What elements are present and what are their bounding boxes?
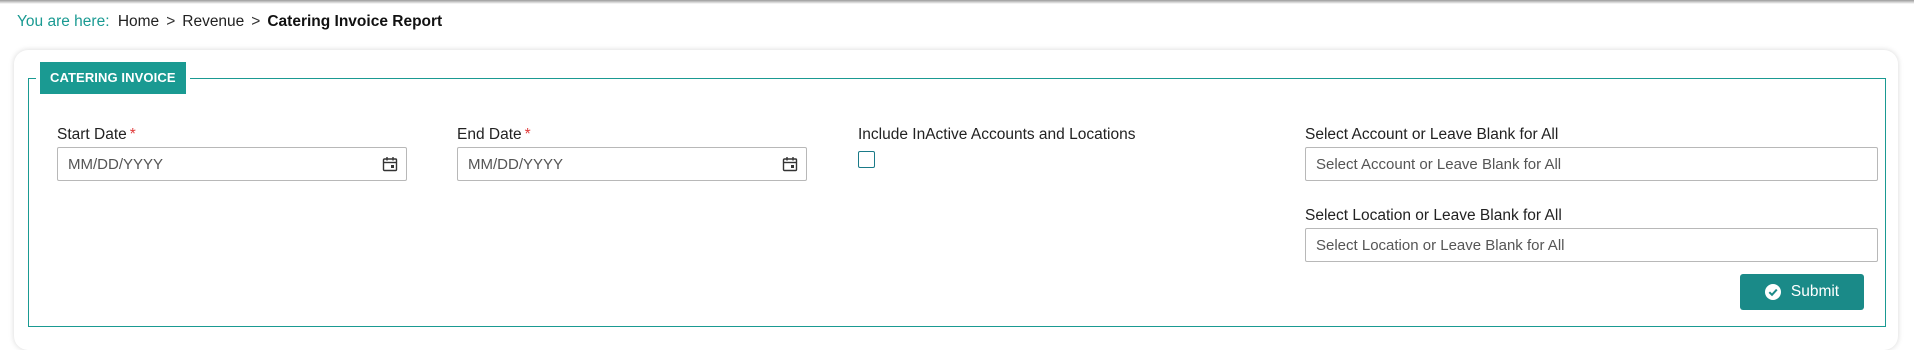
end-date-label-text: End Date: [457, 126, 522, 143]
breadcrumb-separator: >: [166, 13, 176, 30]
start-date-input[interactable]: [57, 147, 407, 181]
start-date-label: Start Date *: [57, 125, 136, 145]
end-date-label: End Date *: [457, 125, 531, 145]
breadcrumb-separator: >: [251, 13, 261, 30]
include-inactive-checkbox[interactable]: [858, 151, 875, 168]
account-label: Select Account or Leave Blank for All: [1305, 126, 1559, 143]
required-marker: *: [129, 126, 136, 143]
calendar-icon[interactable]: [782, 156, 798, 172]
fieldset-legend: CATERING INVOICE: [40, 62, 186, 94]
breadcrumb-revenue[interactable]: Revenue: [182, 13, 244, 30]
include-inactive-label: Include InActive Accounts and Locations: [858, 126, 1136, 143]
breadcrumb-home[interactable]: Home: [118, 13, 159, 30]
calendar-icon[interactable]: [382, 156, 398, 172]
breadcrumb: You are here: Home > Revenue > Catering Invo…: [17, 12, 442, 32]
submit-button-label: Submit: [1790, 283, 1840, 300]
end-date-input[interactable]: [457, 147, 807, 181]
location-label: Select Location or Leave Blank for All: [1305, 207, 1562, 224]
check-circle-icon: [1764, 284, 1781, 300]
breadcrumb-current: Catering Invoice Report: [267, 13, 443, 30]
top-bar-shadow: [0, 0, 1914, 4]
breadcrumb-prefix: You are here:: [17, 13, 110, 30]
start-date-label-text: Start Date: [57, 126, 127, 143]
location-select-input[interactable]: [1305, 228, 1878, 262]
account-select-input[interactable]: [1305, 147, 1878, 181]
required-marker: *: [524, 126, 531, 143]
submit-button[interactable]: Submit: [1740, 274, 1864, 310]
catering-invoice-fieldset: [28, 78, 1886, 327]
